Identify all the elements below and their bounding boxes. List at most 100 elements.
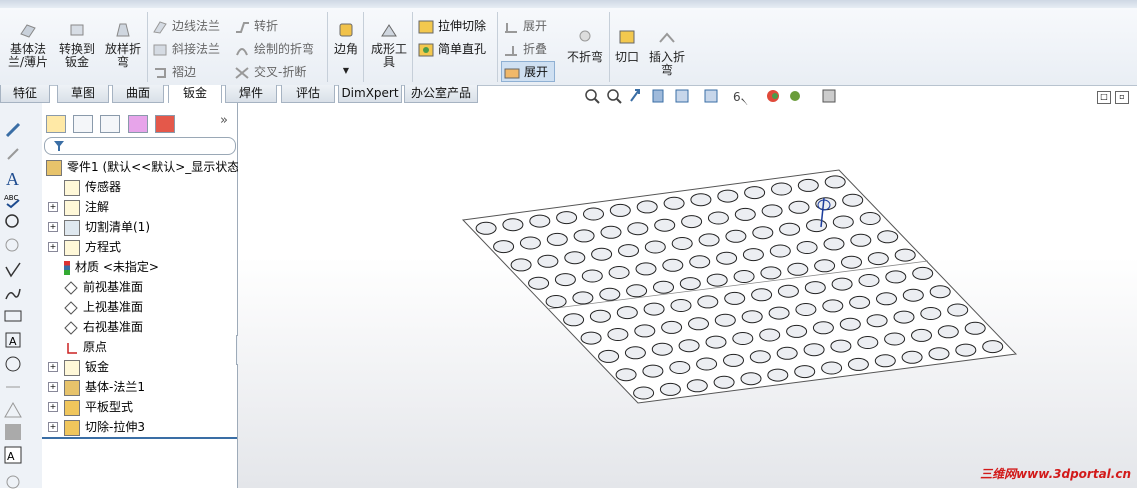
tree-item-material[interactable]: 材质 <未指定> bbox=[64, 258, 159, 276]
flatten-button[interactable]: 展开 bbox=[501, 61, 556, 82]
edge-flange-button[interactable]: 边线法兰 bbox=[152, 17, 220, 34]
hole bbox=[581, 269, 603, 283]
datum-target-icon[interactable] bbox=[4, 355, 22, 373]
miter-flange-button[interactable]: 斜接法兰 bbox=[152, 40, 220, 57]
tree-item-cut-list[interactable]: + 切割清单(1) bbox=[48, 218, 150, 236]
forming-tool-button[interactable]: 成形工 具 bbox=[368, 22, 410, 69]
spell-check-icon[interactable]: ABC bbox=[4, 191, 22, 209]
surface-finish-icon[interactable] bbox=[4, 261, 22, 279]
dimxpert-manager-tab[interactable] bbox=[128, 115, 148, 133]
convert-to-sheet-metal-button[interactable]: 转换到 钣金 bbox=[55, 22, 99, 69]
tree-item-flat-pattern[interactable]: + 平板型式 bbox=[48, 398, 133, 416]
expand-icon[interactable]: + bbox=[48, 362, 58, 372]
ribbon-separator bbox=[363, 12, 364, 82]
hole bbox=[529, 214, 551, 228]
corners-button[interactable]: 边角 ▼ bbox=[331, 22, 361, 77]
flat-pattern-icon bbox=[64, 399, 80, 416]
previous-view-icon[interactable] bbox=[630, 89, 640, 102]
tab-sheet-metal[interactable]: 钣金 bbox=[168, 85, 222, 104]
tab-sketch[interactable]: 草图 bbox=[57, 85, 109, 103]
graphics-area[interactable]: 6৲ □ ▫ 三维网www.3dportal.cn bbox=[238, 89, 1137, 488]
apply-scene-icon[interactable] bbox=[790, 91, 800, 101]
weld-symbol-icon[interactable] bbox=[4, 285, 22, 303]
tree-root-part[interactable]: 零件1 (默认<<默认>_显示状态 bbox=[46, 158, 239, 176]
base-flange-button[interactable]: 基体法 兰/薄片 bbox=[6, 22, 50, 69]
tree-item-top-plane[interactable]: 上视基准面 bbox=[64, 298, 143, 316]
hide-show-items-icon[interactable]: 6৲ bbox=[733, 90, 748, 105]
annotation-icon bbox=[64, 199, 80, 216]
expand-panel-icon[interactable]: » bbox=[220, 113, 228, 128]
feature-manager-tab[interactable] bbox=[46, 115, 66, 133]
rollback-bar[interactable] bbox=[42, 437, 237, 439]
expand-icon[interactable]: + bbox=[48, 202, 58, 212]
tree-item-right-plane[interactable]: 右视基准面 bbox=[64, 318, 143, 336]
extruded-cut-button[interactable]: 拉伸切除 bbox=[418, 17, 486, 34]
cross-break-button[interactable]: 交叉-折断 bbox=[234, 63, 306, 80]
tree-item-equations[interactable]: + 方程式 bbox=[48, 238, 121, 256]
expand-icon[interactable]: + bbox=[48, 402, 58, 412]
tree-item-front-plane[interactable]: 前视基准面 bbox=[64, 278, 143, 296]
hem-button[interactable]: 褶边 bbox=[152, 63, 196, 80]
hole bbox=[841, 255, 862, 269]
section-view-icon[interactable] bbox=[652, 89, 664, 103]
simple-hole-button[interactable]: 简单直孔 bbox=[418, 40, 486, 57]
hole-callout-icon[interactable] bbox=[4, 377, 22, 395]
expand-icon[interactable]: + bbox=[48, 422, 58, 432]
warning-icon[interactable] bbox=[4, 401, 22, 419]
tab-evaluate[interactable]: 评估 bbox=[281, 85, 335, 103]
configuration-manager-tab[interactable] bbox=[100, 115, 120, 133]
hole bbox=[812, 321, 834, 335]
jog-button[interactable]: 转折 bbox=[234, 17, 278, 34]
fold-button[interactable]: 折叠 bbox=[503, 40, 547, 57]
display-manager-tab[interactable] bbox=[155, 115, 175, 133]
zoom-to-area-icon[interactable] bbox=[607, 89, 622, 104]
tree-item-base-flange[interactable]: + 基体-法兰1 bbox=[48, 378, 145, 396]
restore-window-icon[interactable]: □ bbox=[1097, 91, 1111, 104]
tab-weldments[interactable]: 焊件 bbox=[225, 85, 277, 103]
tab-office-products[interactable]: 办公室产品 bbox=[404, 85, 478, 103]
geometric-tolerance-icon[interactable] bbox=[4, 307, 22, 325]
extruded-cut-icon bbox=[418, 20, 434, 33]
expand-icon[interactable]: + bbox=[48, 222, 58, 232]
center-mark-icon[interactable] bbox=[4, 473, 22, 491]
tree-tabs: » bbox=[42, 111, 237, 135]
property-manager-tab[interactable] bbox=[73, 115, 93, 133]
expand-icon[interactable]: + bbox=[48, 242, 58, 252]
tab-features[interactable]: 特征 bbox=[0, 85, 50, 103]
expand-icon[interactable]: + bbox=[48, 382, 58, 392]
block-icon[interactable]: A bbox=[4, 446, 22, 464]
edge-flange-icon bbox=[153, 20, 167, 34]
lofted-bend-button[interactable]: 放样折 弯 bbox=[101, 22, 145, 69]
base-flange-icon bbox=[20, 24, 36, 38]
area-hatch-icon[interactable] bbox=[4, 423, 22, 441]
tab-dimxpert[interactable]: DimXpert bbox=[338, 85, 402, 103]
dimension-icon[interactable] bbox=[4, 145, 22, 163]
fold-icon bbox=[505, 45, 517, 56]
edit-appearance-icon[interactable] bbox=[767, 90, 779, 102]
lofted-bend-icon bbox=[116, 23, 130, 37]
zoom-to-fit-icon[interactable] bbox=[585, 89, 600, 104]
view-settings-icon[interactable] bbox=[822, 89, 836, 103]
tree-item-sheet-metal[interactable]: + 钣金 bbox=[48, 358, 109, 376]
rip-icon bbox=[619, 30, 635, 44]
maximize-window-icon[interactable]: ▫ bbox=[1115, 91, 1129, 104]
insert-bends-button[interactable]: 插入折 弯 bbox=[646, 30, 688, 77]
display-style-icon[interactable] bbox=[704, 89, 718, 103]
rip-button[interactable]: 切口 bbox=[613, 30, 641, 64]
balloon-icon[interactable] bbox=[4, 213, 22, 231]
tree-item-sensors[interactable]: 传感器 bbox=[64, 178, 121, 196]
auto-balloon-icon[interactable] bbox=[4, 237, 22, 255]
tree-item-cut-extrude[interactable]: + 切除-拉伸3 bbox=[48, 418, 145, 436]
tree-item-origin[interactable]: 原点 bbox=[64, 338, 107, 356]
tab-surfaces[interactable]: 曲面 bbox=[112, 85, 164, 103]
view-orientation-icon[interactable] bbox=[675, 89, 689, 103]
datum-feature-icon[interactable]: A bbox=[4, 331, 22, 349]
no-bends-button[interactable]: 不折弯 bbox=[563, 30, 607, 64]
smart-dimension-icon[interactable] bbox=[4, 121, 22, 139]
sketched-bend-button[interactable]: 绘制的折弯 bbox=[234, 40, 314, 57]
note-icon[interactable]: A bbox=[4, 169, 22, 187]
tree-item-annotations[interactable]: + 注解 bbox=[48, 198, 109, 216]
hole bbox=[713, 375, 735, 389]
tree-filter-input[interactable] bbox=[44, 137, 236, 155]
unfold-button[interactable]: 展开 bbox=[503, 17, 547, 34]
